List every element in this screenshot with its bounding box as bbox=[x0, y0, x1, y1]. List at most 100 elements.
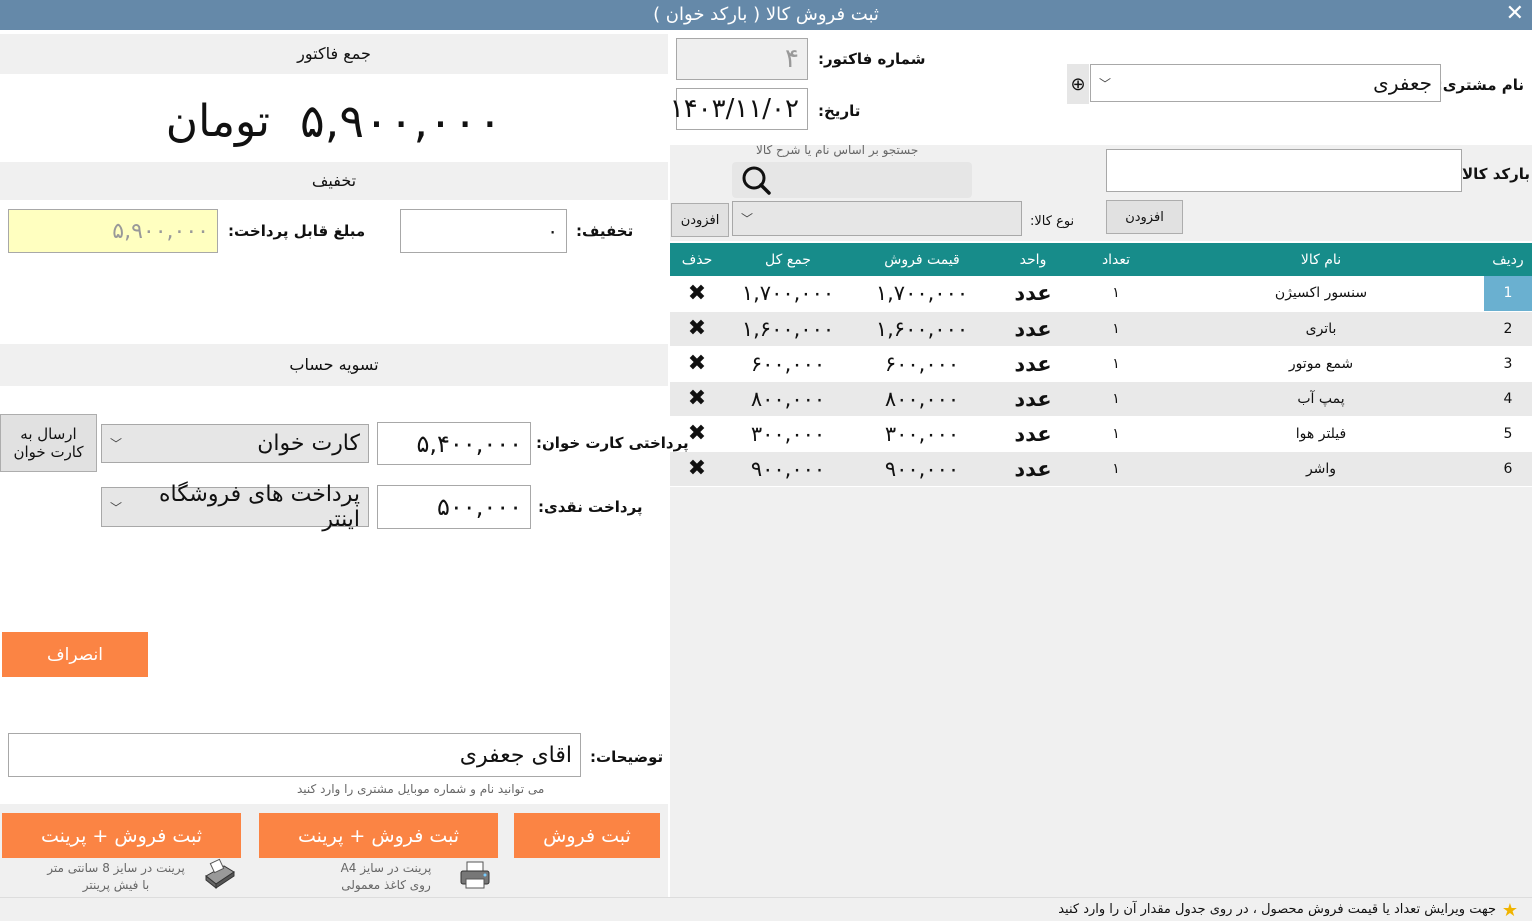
row-price[interactable]: ۱,۷۰۰,۰۰۰ bbox=[852, 276, 992, 312]
row-qty[interactable]: ۱ bbox=[1074, 416, 1158, 452]
card-payment-input[interactable]: ۵,۴۰۰,۰۰۰ bbox=[377, 422, 531, 465]
row-unit: عدد bbox=[992, 416, 1074, 452]
product-type-add-button[interactable]: افزودن bbox=[671, 203, 729, 237]
row-qty[interactable]: ۱ bbox=[1074, 451, 1158, 487]
discount-label: تخفیف: bbox=[576, 222, 634, 240]
row-price[interactable]: ۶۰۰,۰۰۰ bbox=[852, 346, 992, 382]
card-reader-value: کارت خوان bbox=[257, 431, 360, 456]
cash-payment-input[interactable]: ۵۰۰,۰۰۰ bbox=[377, 485, 531, 529]
summary-title: جمع فاکتور bbox=[0, 34, 668, 74]
star-icon: ★ bbox=[1501, 900, 1518, 921]
save-print-receipt-button[interactable]: ثبت فروش + پرینت bbox=[2, 813, 241, 858]
chevron-down-icon: ﹀ bbox=[741, 212, 754, 226]
row-total: ۱,۷۰۰,۰۰۰ bbox=[724, 276, 852, 312]
add-customer-icon[interactable]: ⊕ bbox=[1067, 64, 1089, 104]
delete-icon[interactable]: ✖ bbox=[670, 276, 724, 312]
a4-hint: پرینت در سایز A4 روی کاغذ معمولی bbox=[316, 860, 456, 894]
status-text: جهت ویرایش تعداد یا قیمت فروش محصول ، در… bbox=[1058, 902, 1496, 917]
row-name[interactable]: باتری bbox=[1158, 311, 1484, 347]
table-row[interactable]: 4 پمپ آب ۱ عدد ۸۰۰,۰۰۰ ۸۰۰,۰۰۰ ✖ bbox=[670, 381, 1532, 417]
table-row[interactable]: 5 فیلتر هوا ۱ عدد ۳۰۰,۰۰۰ ۳۰۰,۰۰۰ ✖ bbox=[670, 416, 1532, 452]
row-number[interactable]: 3 bbox=[1484, 346, 1532, 382]
col-header-delete: حذف bbox=[670, 243, 724, 276]
row-total: ۹۰۰,۰۰۰ bbox=[724, 451, 852, 487]
cash-payment-label: پرداخت نقدی: bbox=[538, 498, 643, 516]
col-header-price: قیمت فروش bbox=[852, 243, 992, 276]
delete-icon[interactable]: ✖ bbox=[670, 451, 724, 487]
discount-input[interactable]: ۰ bbox=[400, 209, 567, 253]
save-print-a4-button[interactable]: ثبت فروش + پرینت bbox=[259, 813, 498, 858]
row-number[interactable]: 2 bbox=[1484, 311, 1532, 347]
save-button[interactable]: ثبت فروش bbox=[514, 813, 660, 858]
row-name[interactable]: واشر bbox=[1158, 451, 1484, 487]
payable-label: مبلغ قابل پرداخت: bbox=[228, 222, 366, 240]
invoice-number-label: شماره فاکتور: bbox=[818, 50, 926, 68]
card-reader-select[interactable]: کارت خوان ﹀ bbox=[101, 424, 369, 463]
row-total: ۶۰۰,۰۰۰ bbox=[724, 346, 852, 382]
row-number[interactable]: 6 bbox=[1484, 451, 1532, 487]
row-price[interactable]: ۱,۶۰۰,۰۰۰ bbox=[852, 311, 992, 347]
close-icon[interactable]: ✕ bbox=[1506, 1, 1524, 26]
col-header-name: نام کالا bbox=[1158, 243, 1484, 276]
invoice-number-field[interactable]: ۴ bbox=[676, 38, 808, 80]
cancel-button[interactable]: انصراف bbox=[2, 632, 148, 677]
a4-hint-line2: روی کاغذ معمولی bbox=[341, 878, 431, 892]
row-qty[interactable]: ۱ bbox=[1074, 346, 1158, 382]
cash-account-select[interactable]: پرداخت های فروشگاه اینتر ﹀ bbox=[101, 482, 369, 532]
row-qty[interactable]: ۱ bbox=[1074, 311, 1158, 347]
table-row[interactable]: 3 شمع موتور ۱ عدد ۶۰۰,۰۰۰ ۶۰۰,۰۰۰ ✖ bbox=[670, 346, 1532, 382]
barcode-input[interactable] bbox=[1106, 149, 1462, 192]
window-title: ثبت فروش کالا ( بارکد خوان ) bbox=[653, 4, 879, 25]
search-icon[interactable] bbox=[736, 164, 776, 196]
chevron-down-icon: ﹀ bbox=[110, 500, 123, 515]
row-name[interactable]: شمع موتور bbox=[1158, 346, 1484, 382]
receipt-hint-line2: با فیش پرینتر bbox=[82, 878, 150, 892]
row-price[interactable]: ۹۰۰,۰۰۰ bbox=[852, 451, 992, 487]
customer-value: جعفری bbox=[1373, 71, 1432, 95]
discount-title: تخفیف bbox=[0, 162, 668, 200]
summary-amount: ۵,۹۰۰,۰۰۰ bbox=[300, 94, 503, 148]
date-field[interactable]: ۱۴۰۳/۱۱/۰۲ bbox=[670, 88, 808, 130]
title-bar: ثبت فروش کالا ( بارکد خوان ) ✕ bbox=[0, 0, 1532, 30]
row-unit: عدد bbox=[992, 451, 1074, 487]
row-number[interactable]: 4 bbox=[1484, 381, 1532, 417]
table-row[interactable]: 6 واشر ۱ عدد ۹۰۰,۰۰۰ ۹۰۰,۰۰۰ ✖ bbox=[670, 451, 1532, 487]
delete-icon[interactable]: ✖ bbox=[670, 346, 724, 382]
row-qty[interactable]: ۱ bbox=[1074, 276, 1158, 312]
notes-input[interactable]: اقای جعفری bbox=[8, 733, 581, 777]
row-number[interactable]: 5 bbox=[1484, 416, 1532, 452]
row-unit: عدد bbox=[992, 311, 1074, 347]
row-name[interactable]: فیلتر هوا bbox=[1158, 416, 1484, 452]
row-unit: عدد bbox=[992, 346, 1074, 382]
row-number[interactable]: 1 bbox=[1484, 276, 1532, 312]
row-name[interactable]: سنسور اکسیژن bbox=[1158, 276, 1484, 312]
barcode-label: بارکد کالا: bbox=[1455, 165, 1530, 183]
summary-currency: تومان bbox=[165, 95, 271, 147]
row-total: ۳۰۰,۰۰۰ bbox=[724, 416, 852, 452]
col-header-qty: تعداد bbox=[1074, 243, 1158, 276]
payable-field: ۵,۹۰۰,۰۰۰ bbox=[8, 209, 218, 253]
delete-icon[interactable]: ✖ bbox=[670, 381, 724, 417]
send-to-card-reader-button[interactable]: ارسال به کارت خوان bbox=[0, 414, 97, 472]
row-price[interactable]: ۸۰۰,۰۰۰ bbox=[852, 381, 992, 417]
chevron-down-icon: ﹀ bbox=[1099, 76, 1112, 91]
table-row[interactable]: 1 سنسور اکسیژن ۱ عدد ۱,۷۰۰,۰۰۰ ۱,۷۰۰,۰۰۰… bbox=[670, 276, 1532, 312]
search-hint: جستجو بر اساس نام یا شرح کالا bbox=[756, 143, 919, 157]
product-type-select[interactable]: ﹀ bbox=[732, 201, 1022, 236]
row-name[interactable]: پمپ آب bbox=[1158, 381, 1484, 417]
row-price[interactable]: ۳۰۰,۰۰۰ bbox=[852, 416, 992, 452]
customer-select[interactable]: جعفری ﹀ bbox=[1090, 64, 1441, 102]
delete-icon[interactable]: ✖ bbox=[670, 311, 724, 347]
product-type-label: نوع کالا: bbox=[1030, 214, 1075, 229]
receipt-printer-icon bbox=[202, 858, 236, 890]
printer-icon bbox=[458, 860, 492, 890]
table-row[interactable]: 2 باتری ۱ عدد ۱,۶۰۰,۰۰۰ ۱,۶۰۰,۰۰۰ ✖ bbox=[670, 311, 1532, 347]
row-qty[interactable]: ۱ bbox=[1074, 381, 1158, 417]
send-button-line2: کارت خوان bbox=[13, 443, 84, 461]
receipt-hint-line1: پرینت در سایز 8 سانتی متر bbox=[47, 861, 185, 875]
barcode-add-button[interactable]: افزودن bbox=[1106, 200, 1183, 234]
col-header-unit: واحد bbox=[992, 243, 1074, 276]
col-header-total: جمع کل bbox=[724, 243, 852, 276]
settlement-title: تسویه حساب bbox=[0, 344, 668, 386]
a4-hint-line1: پرینت در سایز A4 bbox=[340, 861, 432, 875]
